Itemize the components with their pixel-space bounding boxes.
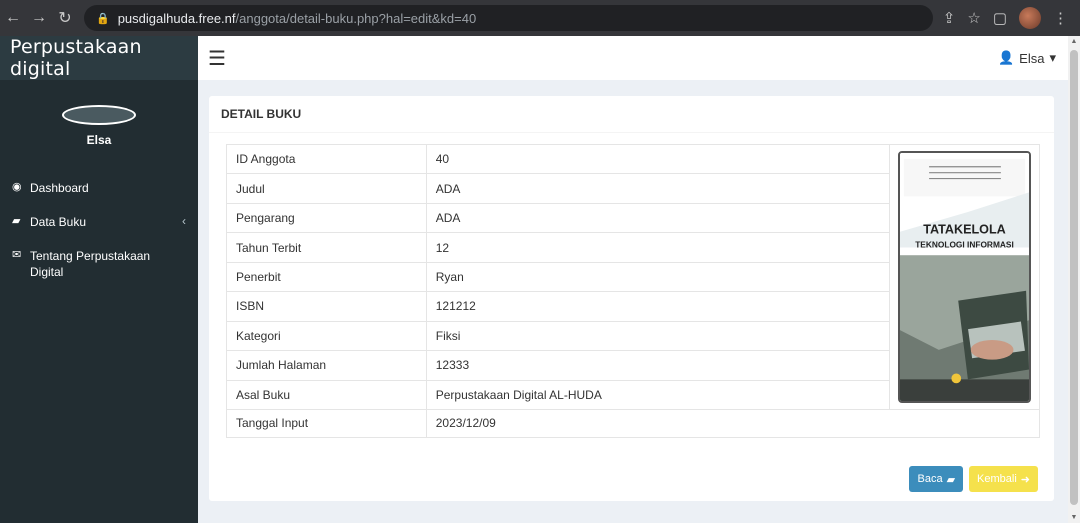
row-value: Fiksi	[425, 320, 890, 352]
lock-icon: 🔒	[96, 12, 110, 25]
row-key: Asal Buku	[226, 379, 427, 410]
kembali-label: Kembali	[977, 473, 1017, 485]
row-key: Tahun Terbit	[226, 232, 427, 263]
table-row: ID Anggota 40 TATAKELOLA TEKNOLOGI INFOR…	[226, 143, 1041, 410]
sidebar-menu: ◉ Dashboard ▰ Data Buku ‹ ✉ Tentang Perp…	[0, 172, 198, 290]
row-value: 12333	[425, 350, 890, 381]
scroll-up-icon[interactable]: ▲	[1068, 38, 1080, 45]
user-dropdown-label: Elsa	[1019, 50, 1045, 66]
row-value: 12	[425, 232, 890, 263]
brand-logo[interactable]: Perpustakaan digital	[0, 36, 198, 80]
detail-buku-box: DETAIL BUKU ID Anggota 40 TATAKELOLA TEK…	[209, 96, 1054, 501]
dashboard-icon: ◉	[12, 181, 22, 193]
book-icon: ▰	[946, 473, 956, 486]
row-key: Jumlah Halaman	[226, 350, 427, 381]
user-dropdown[interactable]: 👤 Elsa ▾	[998, 50, 1056, 66]
sidebar-item-dashboard[interactable]: ◉ Dashboard	[0, 172, 198, 206]
row-value: ADA	[425, 173, 890, 204]
back-icon[interactable]: ←	[0, 9, 26, 27]
top-navbar: ☰ 👤 Elsa ▾	[198, 36, 1068, 80]
bookmark-star-icon[interactable]: ☆	[967, 9, 980, 27]
row-value: ADA	[425, 202, 890, 234]
scroll-down-icon[interactable]: ▼	[1068, 514, 1080, 521]
user-name: Elsa	[86, 133, 112, 147]
caret-down-icon: ▾	[1049, 50, 1056, 65]
forward-icon[interactable]: →	[26, 9, 52, 27]
user-icon: 👤	[997, 50, 1015, 65]
book-icon: ▰	[12, 215, 21, 227]
profile-avatar[interactable]	[1019, 7, 1041, 29]
reload-icon[interactable]: ↻	[52, 8, 78, 28]
chevron-left-icon: ‹	[182, 214, 186, 228]
window-icon[interactable]: ▢	[993, 9, 1007, 27]
sidebar-item-tentang[interactable]: ✉ Tentang Perpustakaan Digital	[0, 240, 198, 290]
box-title: DETAIL BUKU	[209, 96, 1054, 133]
sidebar-item-label: Data Buku	[30, 215, 87, 229]
row-key: Penerbit	[226, 261, 427, 293]
row-key: ISBN	[226, 291, 427, 322]
envelope-icon: ✉	[12, 249, 22, 261]
row-value: 40	[425, 143, 890, 175]
action-buttons: Baca ▰ Kembali ➜	[909, 466, 1038, 492]
table-row: Tanggal Input 2023/12/09	[226, 409, 1041, 438]
url-path: /anggota/detail-buku.php?hal=edit&kd=40	[235, 10, 477, 26]
sidebar-item-label: Dashboard	[30, 181, 89, 195]
row-key: Tanggal Input	[226, 409, 427, 438]
arrow-circle-right-icon: ➜	[1020, 473, 1030, 486]
kembali-button[interactable]: Kembali ➜	[969, 466, 1038, 492]
detail-table: ID Anggota 40 TATAKELOLA TEKNOLOGI INFOR…	[226, 143, 1041, 438]
sidebar-item-label: Tentang Perpustakaan Digital	[30, 249, 151, 279]
row-key: ID Anggota	[226, 143, 427, 175]
scroll-thumb[interactable]	[1070, 50, 1078, 505]
address-bar[interactable]: 🔒 pusdigalhuda.free.nf/anggota/detail-bu…	[84, 5, 933, 31]
row-value: Ryan	[425, 261, 890, 293]
menu-dots-icon[interactable]: ⋮	[1053, 9, 1068, 27]
row-key: Judul	[226, 173, 427, 204]
baca-label: Baca	[917, 473, 943, 485]
book-cover-image: TATAKELOLA TEKNOLOGI INFORMASI	[897, 151, 1031, 403]
browser-toolbar: ← → ↻ 🔒 pusdigalhuda.free.nf/anggota/det…	[0, 0, 1080, 36]
baca-button[interactable]: Baca ▰	[909, 466, 964, 492]
row-key: Kategori	[226, 320, 427, 352]
row-value: 121212	[425, 291, 890, 322]
sidebar: Perpustakaan digital Elsa ◉ Dashboard ▰ …	[0, 36, 198, 523]
hamburger-menu-icon[interactable]: ☰	[208, 46, 226, 71]
sidebar-item-data-buku[interactable]: ▰ Data Buku ‹	[0, 206, 198, 240]
cover-title-1: TATAKELOLA	[923, 223, 1006, 237]
user-avatar	[62, 105, 136, 125]
cover-cell: TATAKELOLA TEKNOLOGI INFORMASI	[888, 144, 1041, 410]
row-value: 2023/12/09	[425, 409, 1041, 438]
page-viewport: Perpustakaan digital Elsa ◉ Dashboard ▰ …	[0, 36, 1080, 523]
user-panel: Elsa	[0, 80, 198, 172]
share-icon[interactable]: ⇪	[943, 9, 956, 27]
cover-title-2: TEKNOLOGI INFORMASI	[915, 239, 1014, 249]
url-host: pusdigalhuda.free.nf	[117, 10, 236, 26]
row-key: Pengarang	[226, 202, 427, 234]
row-value: Perpustakaan Digital AL-HUDA	[425, 379, 890, 410]
page-scrollbar[interactable]: ▲ ▼	[1068, 36, 1080, 523]
